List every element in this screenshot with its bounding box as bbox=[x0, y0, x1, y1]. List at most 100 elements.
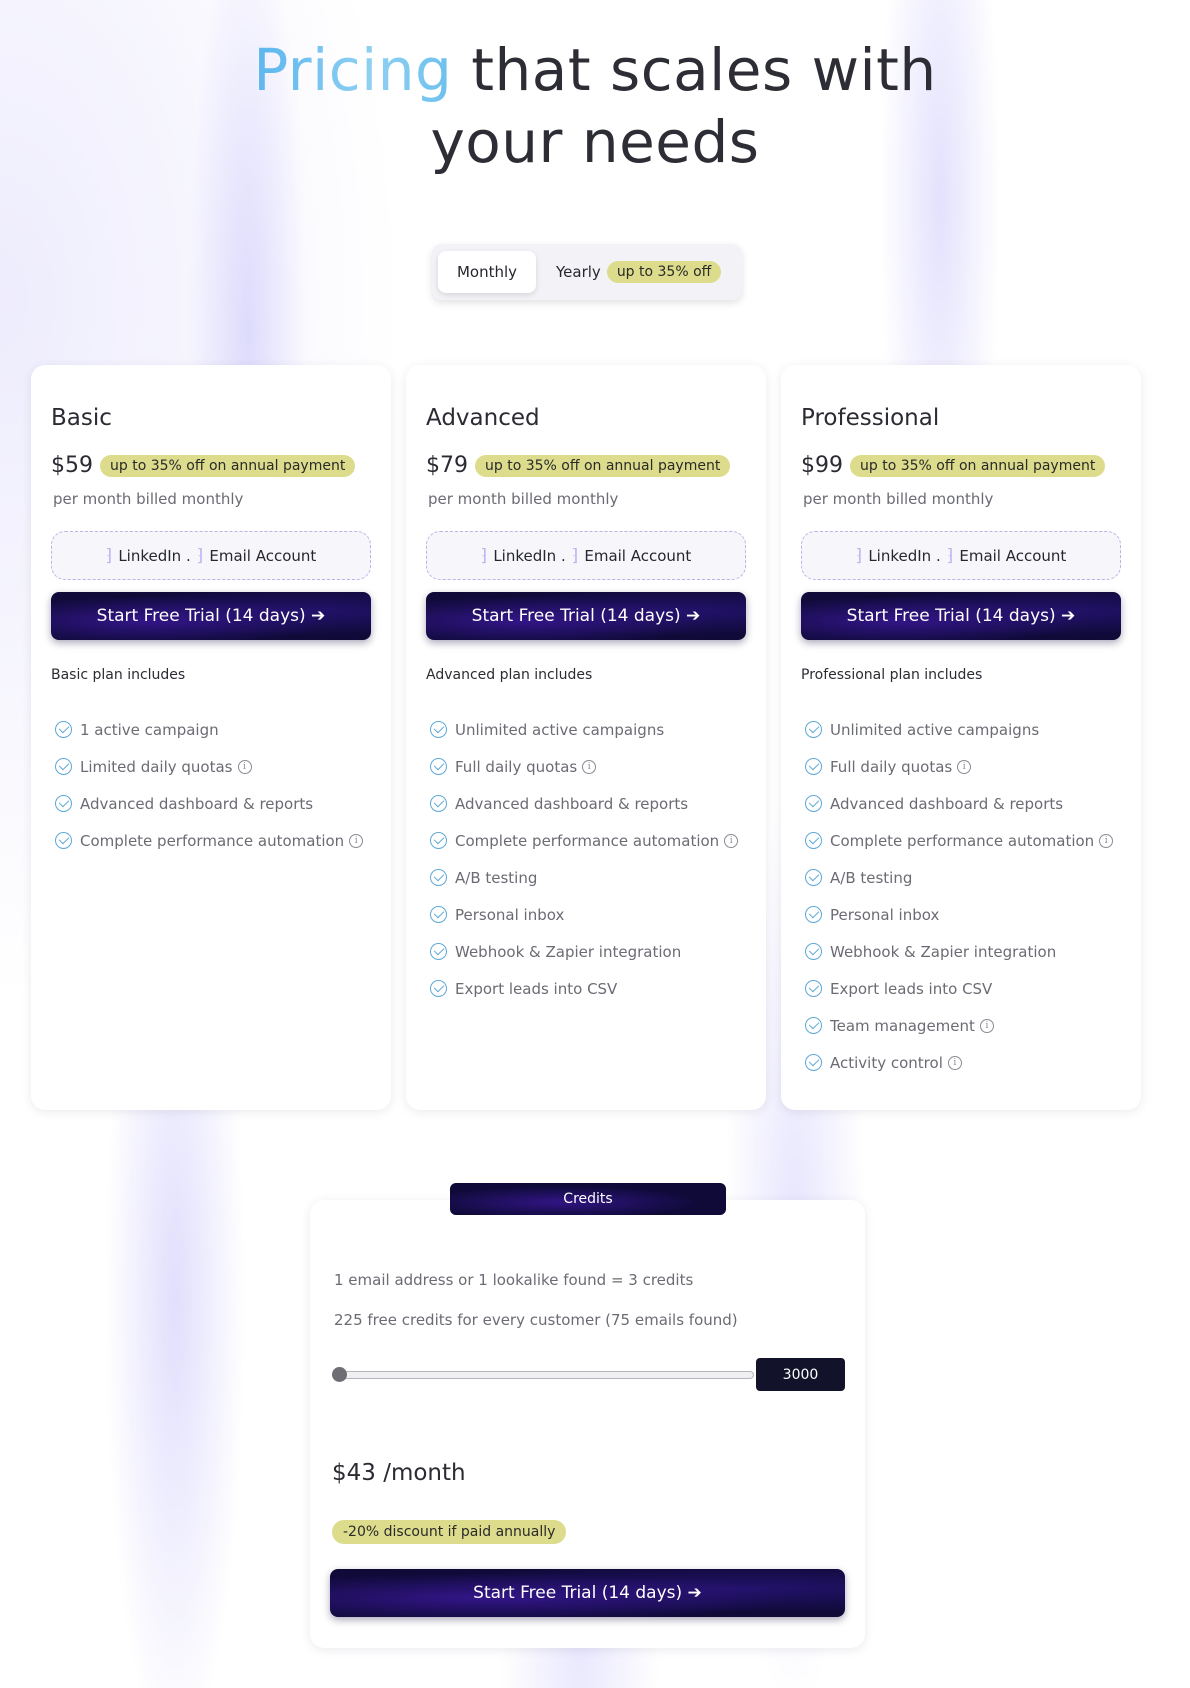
check-circle-icon bbox=[430, 980, 447, 997]
credits-start-trial-button[interactable]: Start Free Trial (14 days) ➔ bbox=[330, 1569, 845, 1617]
accounts-box: ⁆ LinkedIn . ⁆ Email Account bbox=[426, 531, 746, 580]
credits-slider-thumb[interactable] bbox=[332, 1367, 347, 1382]
annual-discount-badge: up to 35% off on annual payment bbox=[100, 454, 356, 477]
feature-text: Unlimited active campaigns bbox=[830, 720, 1040, 739]
start-trial-button[interactable]: Start Free Trial (14 days) ➔ bbox=[51, 592, 371, 640]
start-trial-button[interactable]: Start Free Trial (14 days) ➔ bbox=[801, 592, 1121, 640]
billing-toggle: Monthly Yearly up to 35% off bbox=[432, 244, 742, 300]
check-circle-icon bbox=[805, 758, 822, 775]
info-icon[interactable]: i bbox=[947, 1055, 962, 1070]
feature-text: Full daily quotas bbox=[830, 757, 953, 776]
feature-list: Unlimited active campaigns Full daily qu… bbox=[805, 711, 1114, 1081]
linkedin-label: LinkedIn . bbox=[868, 546, 941, 565]
plan-price: $79 bbox=[426, 453, 468, 478]
billing-period: per month billed monthly bbox=[803, 490, 994, 508]
price-row: $79 up to 35% off on annual payment bbox=[426, 453, 731, 478]
credits-slider-track[interactable] bbox=[336, 1371, 754, 1379]
check-circle-icon bbox=[805, 1017, 822, 1034]
monthly-option[interactable]: Monthly bbox=[438, 251, 536, 293]
yearly-discount-badge: up to 35% off bbox=[606, 261, 722, 283]
linkedin-label: LinkedIn . bbox=[118, 546, 191, 565]
feature-list: 1 active campaign Limited daily quotas i… bbox=[55, 711, 364, 859]
price-row: $59 up to 35% off on annual payment bbox=[51, 453, 356, 478]
feature-text: Webhook & Zapier integration bbox=[455, 942, 682, 961]
feature-text: A/B testing bbox=[455, 868, 538, 887]
start-trial-button[interactable]: Start Free Trial (14 days) ➔ bbox=[426, 592, 746, 640]
check-circle-icon bbox=[805, 832, 822, 849]
feature-text: A/B testing bbox=[830, 868, 913, 887]
yearly-option[interactable]: Yearly up to 35% off bbox=[556, 261, 722, 283]
feature-item: Limited daily quotas i bbox=[55, 748, 363, 785]
title-line2: your needs bbox=[430, 108, 760, 176]
feature-item: Team management i bbox=[805, 1007, 1113, 1044]
feature-item: Activity control i bbox=[805, 1044, 1113, 1081]
check-circle-icon bbox=[55, 795, 72, 812]
check-circle-icon bbox=[55, 721, 72, 738]
plan-price: $99 bbox=[801, 453, 843, 478]
plan-includes-heading: Professional plan includes bbox=[801, 667, 983, 683]
page-title: Pricing that scales with your needs bbox=[0, 34, 1190, 178]
feature-item: Personal inbox bbox=[805, 896, 1113, 933]
plan-name: Advanced bbox=[426, 405, 540, 431]
check-circle-icon bbox=[55, 758, 72, 775]
email-account-label: Email Account bbox=[584, 546, 692, 565]
info-icon[interactable]: i bbox=[349, 833, 364, 848]
accounts-box: ⁆ LinkedIn . ⁆ Email Account bbox=[51, 531, 371, 580]
feature-text: Export leads into CSV bbox=[830, 979, 993, 998]
plan-card-advanced: Advanced $79 up to 35% off on annual pay… bbox=[406, 365, 766, 1110]
info-icon[interactable]: i bbox=[957, 759, 972, 774]
email-account-label: Email Account bbox=[959, 546, 1067, 565]
info-icon[interactable]: i bbox=[582, 759, 597, 774]
feature-text: Webhook & Zapier integration bbox=[830, 942, 1057, 961]
billing-period: per month billed monthly bbox=[53, 490, 244, 508]
email-account-label: Email Account bbox=[209, 546, 317, 565]
feature-text: Unlimited active campaigns bbox=[455, 720, 665, 739]
feature-item: Complete performance automation i bbox=[430, 822, 739, 859]
accounts-box: ⁆ LinkedIn . ⁆ Email Account bbox=[801, 531, 1121, 580]
feature-item: Personal inbox bbox=[430, 896, 738, 933]
info-icon[interactable]: i bbox=[1099, 833, 1114, 848]
credits-amount-display[interactable]: 3000 bbox=[756, 1358, 845, 1391]
info-icon[interactable]: i bbox=[979, 1018, 994, 1033]
plan-price: $59 bbox=[51, 453, 93, 478]
feature-item: Export leads into CSV bbox=[805, 970, 1113, 1007]
info-icon[interactable]: i bbox=[724, 833, 739, 848]
check-circle-icon bbox=[430, 795, 447, 812]
plan-includes-heading: Advanced plan includes bbox=[426, 667, 593, 683]
email-count-icon: ⁆ bbox=[571, 545, 579, 566]
feature-text: 1 active campaign bbox=[80, 720, 219, 739]
feature-item: A/B testing bbox=[430, 859, 738, 896]
info-icon[interactable]: i bbox=[237, 759, 252, 774]
email-count-icon: ⁆ bbox=[946, 545, 954, 566]
linkedin-count-icon: ⁆ bbox=[105, 545, 113, 566]
feature-text: Personal inbox bbox=[830, 905, 940, 924]
credits-card: 1 email address or 1 lookalike found = 3… bbox=[310, 1200, 865, 1648]
feature-item: Full daily quotas i bbox=[430, 748, 738, 785]
feature-item: Webhook & Zapier integration bbox=[430, 933, 738, 970]
feature-text: Complete performance automation bbox=[80, 831, 345, 850]
check-circle-icon bbox=[805, 869, 822, 886]
annual-discount-badge: -20% discount if paid annually bbox=[332, 1520, 567, 1544]
feature-text: Advanced dashboard & reports bbox=[830, 794, 1064, 813]
feature-text: Export leads into CSV bbox=[455, 979, 618, 998]
check-circle-icon bbox=[805, 795, 822, 812]
feature-text: Advanced dashboard & reports bbox=[80, 794, 314, 813]
title-rest: that scales with bbox=[452, 36, 937, 104]
feature-text: Personal inbox bbox=[455, 905, 565, 924]
feature-item: Complete performance automation i bbox=[805, 822, 1114, 859]
feature-item: Unlimited active campaigns bbox=[805, 711, 1113, 748]
feature-text: Limited daily quotas bbox=[80, 757, 233, 776]
feature-item: Complete performance automation i bbox=[55, 822, 364, 859]
linkedin-label: LinkedIn . bbox=[493, 546, 566, 565]
check-circle-icon bbox=[55, 832, 72, 849]
check-circle-icon bbox=[430, 721, 447, 738]
feature-text: Complete performance automation bbox=[455, 831, 720, 850]
feature-item: Webhook & Zapier integration bbox=[805, 933, 1113, 970]
feature-item: 1 active campaign bbox=[55, 711, 363, 748]
feature-text: Advanced dashboard & reports bbox=[455, 794, 689, 813]
check-circle-icon bbox=[430, 906, 447, 923]
feature-item: Unlimited active campaigns bbox=[430, 711, 738, 748]
check-circle-icon bbox=[430, 832, 447, 849]
credits-tab: Credits bbox=[450, 1183, 726, 1215]
feature-item: Advanced dashboard & reports bbox=[430, 785, 738, 822]
